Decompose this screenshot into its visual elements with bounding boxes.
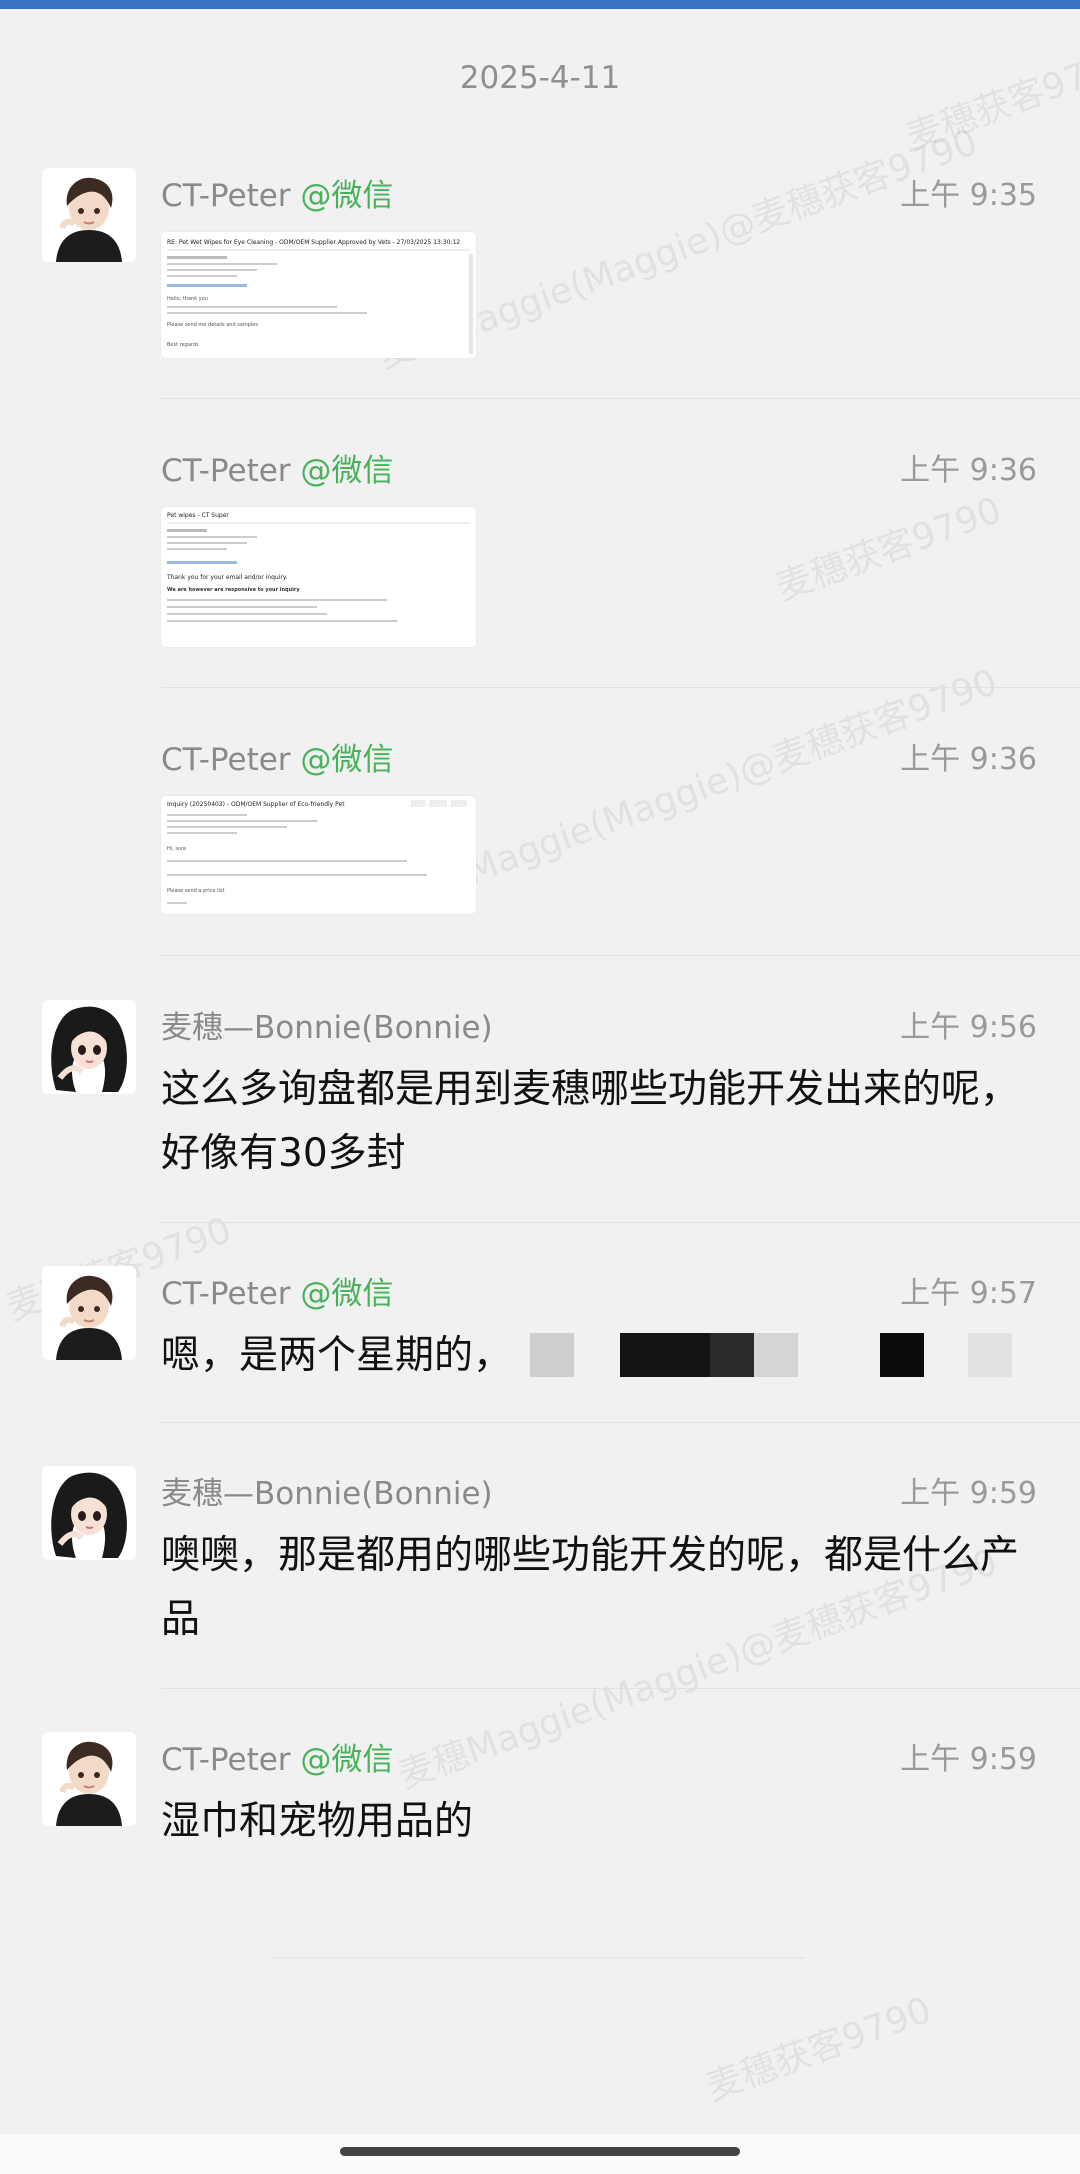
- sender-line: 麦穗—Bonnie(Bonnie): [161, 1002, 493, 1047]
- wechat-tag: @微信: [300, 1276, 394, 1312]
- end-of-chat-divider: [270, 1957, 805, 1959]
- message-divider: [161, 1222, 1080, 1223]
- sender-name[interactable]: 麦穗—Bonnie(Bonnie): [161, 1010, 493, 1046]
- watermark: 麦穗获客9790: [701, 1989, 937, 2109]
- message-text-visible: 嗯，是两个星期的，: [161, 1333, 513, 1378]
- message-divider: [161, 955, 1080, 956]
- message-time: 上午 9:59: [900, 1742, 1037, 1777]
- wechat-tag: @微信: [300, 742, 394, 778]
- sender-name[interactable]: 麦穗—Bonnie(Bonnie): [161, 1476, 493, 1512]
- sender-line: CT-Peter @微信: [161, 170, 393, 215]
- sender-line: CT-Peter @微信: [161, 1268, 393, 1313]
- thumbnail-line: Please send a price list: [167, 888, 224, 894]
- message-text: 噢噢，那是都用的哪些功能开发的呢，都是什么产品: [161, 1533, 1020, 1642]
- message-time: 上午 9:57: [900, 1276, 1037, 1311]
- avatar[interactable]: [42, 1466, 136, 1560]
- message-time: 上午 9:36: [900, 742, 1037, 777]
- pixelated-redaction: [530, 1322, 1013, 1386]
- avatar[interactable]: [42, 1000, 136, 1094]
- avatar-peter-icon: [42, 168, 136, 262]
- sender-name[interactable]: CT-Peter: [161, 1276, 291, 1312]
- email-screenshot-image: Pet wipes - CT Super Thank you for your …: [161, 507, 476, 647]
- sender-name[interactable]: CT-Peter: [161, 742, 291, 778]
- message-text: 这么多询盘都是用到麦穗哪些功能开发出来的呢，好像有30多封: [161, 1067, 1020, 1176]
- message-divider: [161, 1422, 1080, 1423]
- sender-name[interactable]: CT-Peter: [161, 453, 291, 489]
- message-text: 嗯，是两个星期的，: [161, 1324, 1041, 1390]
- thumbnail-line: Best regards: [167, 342, 199, 348]
- thumbnail-line: We are however are responsive to your in…: [167, 587, 300, 593]
- watermark: 麦穗获客9790: [901, 39, 1080, 159]
- thumbnail-subject: RE: Pet Wet Wipes for Eye Cleaning - ODM…: [167, 239, 460, 246]
- top-status-strip: [0, 0, 1080, 9]
- avatar-peter-icon: [42, 1732, 136, 1826]
- wechat-tag: @微信: [300, 178, 394, 214]
- chat-date: 2025-4-11: [459, 60, 621, 96]
- watermark: 麦穗Maggie(Maggie)@麦穗获客9790: [393, 661, 1003, 917]
- message-text: 湿巾和宠物用品的: [161, 1799, 474, 1844]
- wechat-tag: @微信: [300, 453, 394, 489]
- thumbnail-line: Thank you for your email and/or inquiry.: [166, 574, 288, 581]
- sender-line: CT-Peter @微信: [161, 1734, 393, 1779]
- avatar-bonnie-icon: [42, 1000, 136, 1094]
- thumbnail-line: Please send me details and samples: [167, 322, 258, 328]
- home-indicator[interactable]: [340, 2147, 740, 2156]
- thumbnail-subject: Pet wipes - CT Super: [167, 512, 229, 519]
- avatar[interactable]: [42, 1266, 136, 1360]
- message-time: 上午 9:36: [900, 453, 1037, 488]
- email-screenshot-image: RE: Pet Wet Wipes for Eye Cleaning - ODM…: [161, 232, 476, 358]
- avatar[interactable]: [42, 168, 136, 262]
- sender-line: CT-Peter @微信: [161, 445, 393, 490]
- message-time: 上午 9:35: [900, 178, 1037, 213]
- thumbnail-line: Hi, sure: [167, 846, 186, 852]
- sender-name[interactable]: CT-Peter: [161, 178, 291, 214]
- sender-name[interactable]: CT-Peter: [161, 1742, 291, 1778]
- sender-line: CT-Peter @微信: [161, 734, 393, 779]
- message-divider: [161, 1688, 1080, 1689]
- email-screenshot-image: Inquiry (20250403) - ODM/OEM Supplier of…: [161, 796, 476, 914]
- email-screenshot-thumbnail[interactable]: RE: Pet Wet Wipes for Eye Cleaning - ODM…: [161, 232, 476, 358]
- avatar[interactable]: [42, 1732, 136, 1826]
- email-screenshot-thumbnail[interactable]: Inquiry (20250403) - ODM/OEM Supplier of…: [161, 796, 476, 914]
- thumbnail-subject: Inquiry (20250403) - ODM/OEM Supplier of…: [167, 801, 345, 808]
- message-time: 上午 9:59: [900, 1476, 1037, 1511]
- email-screenshot-thumbnail[interactable]: Pet wipes - CT Super Thank you for your …: [161, 507, 476, 647]
- wechat-tag: @微信: [300, 1742, 394, 1778]
- message-divider: [161, 398, 1080, 399]
- thumbnail-line: Hello, thank you: [167, 296, 208, 302]
- message-divider: [161, 687, 1080, 688]
- avatar-bonnie-icon: [42, 1466, 136, 1560]
- sender-line: 麦穗—Bonnie(Bonnie): [161, 1468, 493, 1513]
- watermark: 麦穗获客9790: [771, 489, 1007, 609]
- message-time: 上午 9:56: [900, 1010, 1037, 1045]
- avatar-peter-icon: [42, 1266, 136, 1360]
